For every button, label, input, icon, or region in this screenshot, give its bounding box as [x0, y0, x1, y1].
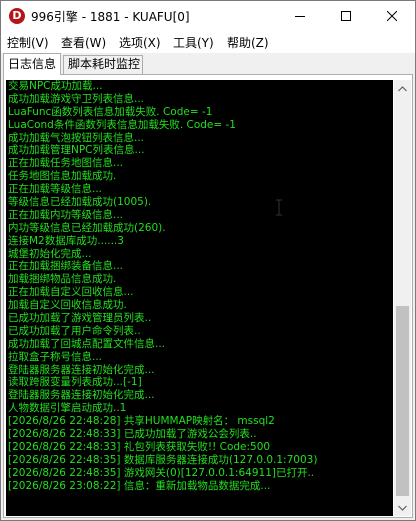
close-button[interactable] — [369, 1, 415, 31]
app-window: D 996引擎 - 1881 - KUAFU[0] 控制(V) 查看(W) 选项… — [0, 0, 416, 521]
log-line: 正在加载任务地图信息... — [8, 157, 124, 170]
menu-control[interactable]: 控制(V) — [7, 34, 49, 51]
log-line: [2026/8/26 22:48:33] 已成功加载了游戏公会列表.. — [8, 428, 257, 441]
close-icon — [387, 11, 397, 21]
log-line: 已成功加载了用户命令列表.. — [8, 324, 141, 337]
scroll-thumb[interactable] — [396, 306, 409, 496]
chevron-down-icon — [398, 505, 407, 511]
menu-tools[interactable]: 工具(Y) — [173, 34, 214, 51]
log-line: 内功等级信息已经加载成功(260). — [8, 221, 166, 234]
menu-options[interactable]: 选项(X) — [119, 34, 161, 51]
log-line: 拉取盒子称号信息... — [8, 350, 103, 363]
log-line: [2026/8/26 22:48:35] 游戏网关(0)[127.0.0.1:6… — [8, 466, 315, 479]
log-line: [2026/8/26 23:08:22] 信息：重新加载物品数据完成... — [8, 479, 271, 492]
log-line: 加载自定义回收信息成功. — [8, 299, 127, 312]
log-line: 成功加载气泡按钮列表信息... — [8, 131, 145, 144]
log-line: [2026/8/26 22:48:33] 礼包列表获取失败!! Code:500 — [8, 440, 271, 453]
log-scrollbar[interactable] — [394, 80, 411, 516]
log-line: LuaFunc函数列表信息加载失败. Code= -1 — [8, 105, 213, 118]
log-line: LuaCond条件函数列表信息加载失败. Code= -1 — [8, 118, 236, 131]
scroll-up-button[interactable] — [394, 80, 411, 97]
minimize-icon — [295, 16, 305, 17]
tab-log-info[interactable]: 日志信息 — [3, 53, 61, 75]
log-line: 成功加载游戏守卫列表信息... — [8, 92, 145, 105]
title-bar[interactable]: D 996引擎 - 1881 - KUAFU[0] — [1, 1, 415, 31]
log-line: 成功加载管理NPC列表信息... — [8, 144, 145, 157]
minimize-button[interactable] — [277, 1, 323, 31]
log-line: 正在加载等级信息... — [8, 183, 103, 196]
log-line: [2026/8/26 22:48:35] 数据库服务器连接成功(127.0.0.… — [8, 453, 318, 466]
log-lines: 交易NPC成功加载... 成功加载游戏守卫列表信息... LuaFunc函数列表信息… — [8, 80, 393, 493]
chevron-up-icon — [398, 85, 407, 91]
log-line: 已成功加载了游戏管理员列表.. — [8, 312, 152, 325]
log-line: 正在加载内功等级信息... — [8, 208, 124, 221]
log-line: 登陆器服务器连接初始化完成... — [8, 389, 155, 402]
log-line: 正在加载自定义回收信息... — [8, 286, 134, 299]
log-line: 等级信息已经加载成功(1005). — [8, 196, 152, 209]
menu-view[interactable]: 查看(W) — [61, 34, 106, 51]
log-line: 读取跨服变量列表成功...[-1] — [8, 376, 142, 389]
tab-script-timing-monitor[interactable]: 脚本耗时监控 — [63, 55, 143, 74]
log-line: [2026/8/26 22:48:28] 共享HUMMAP映射名： mssql2 — [8, 415, 275, 428]
log-line: 城堡初始化完成... — [8, 247, 92, 260]
app-logo-icon[interactable]: D — [9, 8, 25, 24]
log-line: 人物数据引擎启动成功..1 — [8, 402, 127, 415]
scroll-down-button[interactable] — [394, 499, 411, 516]
log-line: 正在加载捆绑装备信息... — [8, 260, 124, 273]
log-line: 加载捆绑物品信息成功. — [8, 273, 117, 286]
text-cursor-icon — [276, 199, 282, 216]
log-line: 交易NPC成功加载... — [8, 80, 103, 92]
menu-bar: 控制(V) 查看(W) 选项(X) 工具(Y) 帮助(Z) — [1, 31, 415, 53]
maximize-icon — [341, 11, 351, 21]
menu-help[interactable]: 帮助(Z) — [227, 34, 269, 51]
tab-strip: 日志信息 脚本耗时监控 — [1, 53, 415, 75]
window-title: 996引擎 - 1881 - KUAFU[0] — [31, 10, 190, 24]
log-line: 任务地图信息加载成功. — [8, 170, 117, 183]
log-line: 成功加载了回城点配置文件信息... — [8, 337, 166, 350]
log-line: 连接M2数据库成功......3 — [8, 234, 124, 247]
log-line: 登陆器服务器连接初始化完成... — [8, 363, 155, 376]
maximize-button[interactable] — [323, 1, 369, 31]
log-textbox[interactable]: 交易NPC成功加载... 成功加载游戏守卫列表信息... LuaFunc函数列表信息… — [6, 80, 393, 516]
